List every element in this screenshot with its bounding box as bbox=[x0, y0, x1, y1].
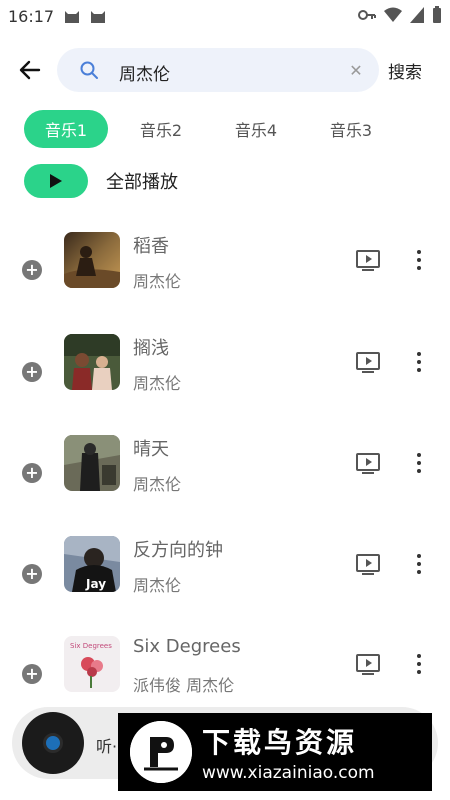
signal-icon bbox=[410, 7, 424, 23]
back-button[interactable] bbox=[16, 56, 44, 84]
search-input[interactable]: 周杰伦 bbox=[119, 60, 170, 85]
status-bar: 16:17 bbox=[0, 0, 450, 32]
video-play-icon[interactable] bbox=[356, 250, 380, 272]
status-time: 16:17 bbox=[8, 6, 55, 26]
search-button[interactable]: 搜索 bbox=[388, 58, 422, 83]
song-title: Six Degrees bbox=[133, 636, 241, 657]
song-artist: 周杰伦 bbox=[133, 475, 182, 494]
vpn-key-icon bbox=[358, 10, 376, 20]
tab-music4[interactable]: 音乐4 bbox=[214, 110, 298, 148]
play-all-button[interactable] bbox=[24, 164, 88, 198]
notification-cat-icon bbox=[65, 11, 80, 23]
add-circle-icon[interactable]: + bbox=[22, 362, 42, 382]
song-item[interactable]: + 稻香 周杰伦 bbox=[0, 228, 450, 328]
battery-icon bbox=[433, 6, 441, 23]
watermark: 下载鸟资源 www.xiazainiao.com bbox=[118, 713, 432, 791]
more-vertical-icon[interactable] bbox=[409, 451, 429, 475]
close-icon[interactable]: ✕ bbox=[347, 61, 365, 80]
tab-music1[interactable]: 音乐1 bbox=[24, 110, 108, 148]
add-circle-icon[interactable]: + bbox=[22, 564, 42, 584]
play-all-label: 全部播放 bbox=[106, 172, 178, 193]
album-cover bbox=[64, 232, 120, 288]
album-cover: Jay bbox=[64, 536, 120, 592]
more-vertical-icon[interactable] bbox=[409, 552, 429, 576]
watermark-title: 下载鸟资源 bbox=[202, 726, 358, 759]
search-field[interactable]: 周杰伦 ✕ bbox=[57, 48, 379, 92]
more-vertical-icon[interactable] bbox=[409, 248, 429, 272]
source-tabs: 音乐1 音乐2 音乐4 音乐3 bbox=[24, 110, 404, 148]
tab-music3[interactable]: 音乐3 bbox=[309, 110, 393, 148]
song-title: 晴天 bbox=[133, 439, 169, 460]
more-vertical-icon[interactable] bbox=[409, 652, 429, 676]
search-icon bbox=[80, 61, 98, 79]
status-icons bbox=[358, 6, 442, 24]
video-play-icon[interactable] bbox=[356, 453, 380, 475]
vinyl-disc-icon[interactable] bbox=[22, 712, 84, 774]
tab-music2[interactable]: 音乐2 bbox=[119, 110, 203, 148]
song-item[interactable]: + 晴天 周杰伦 bbox=[0, 431, 450, 531]
notification-cat-icon bbox=[91, 11, 106, 23]
song-artist: 周杰伦 bbox=[133, 374, 182, 393]
cover-text: Jay bbox=[85, 577, 106, 591]
album-cover bbox=[64, 435, 120, 491]
add-circle-icon[interactable]: + bbox=[22, 664, 42, 684]
song-title: 稻香 bbox=[133, 236, 169, 257]
wifi-icon bbox=[384, 7, 402, 22]
song-title: 反方向的钟 bbox=[133, 540, 223, 561]
player-song-text: 听· bbox=[96, 737, 118, 756]
album-cover: Six Degrees bbox=[64, 636, 120, 692]
album-cover bbox=[64, 334, 120, 390]
search-bar: 周杰伦 ✕ 搜索 bbox=[0, 46, 450, 94]
play-all-row[interactable]: 全部播放 bbox=[24, 164, 178, 198]
song-artist: 周杰伦 bbox=[133, 272, 182, 291]
add-circle-icon[interactable]: + bbox=[22, 260, 42, 280]
add-circle-icon[interactable]: + bbox=[22, 463, 42, 483]
cover-text: Six Degrees bbox=[70, 642, 112, 650]
video-play-icon[interactable] bbox=[356, 352, 380, 374]
more-vertical-icon[interactable] bbox=[409, 350, 429, 374]
play-icon bbox=[50, 174, 62, 188]
song-item[interactable]: + Jay 反方向的钟 周杰伦 bbox=[0, 532, 450, 632]
video-play-icon[interactable] bbox=[356, 554, 380, 576]
video-play-icon[interactable] bbox=[356, 654, 380, 676]
song-artist: 周杰伦 bbox=[133, 576, 182, 595]
arrow-left-icon bbox=[19, 60, 41, 80]
song-item[interactable]: + 搁浅 周杰伦 bbox=[0, 330, 450, 430]
song-title: 搁浅 bbox=[133, 338, 169, 359]
song-artist: 派伟俊 周杰伦 bbox=[133, 676, 235, 695]
bird-logo-icon bbox=[130, 721, 192, 783]
watermark-url: www.xiazainiao.com bbox=[202, 763, 375, 783]
